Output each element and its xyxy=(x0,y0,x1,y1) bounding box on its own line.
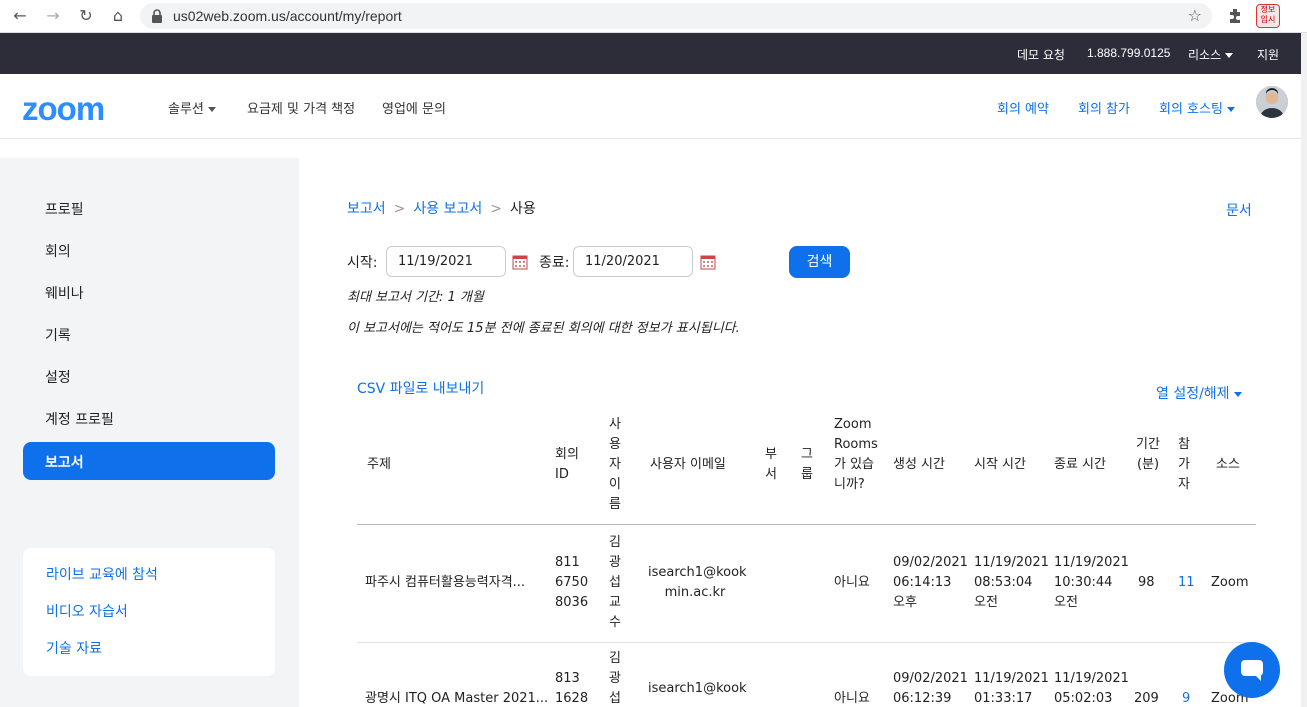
row1-topic[interactable]: 파주시 컴퓨터활용능력자격... xyxy=(365,573,525,593)
row2-topic[interactable]: 광명시 ITQ OA Master 2021... xyxy=(365,689,548,707)
col-header-zoom-rooms[interactable]: Zoom Rooms가 있습니까? xyxy=(834,415,880,495)
breadcrumb-current: 사용 xyxy=(509,201,536,217)
caret-down-icon xyxy=(1233,391,1242,397)
join-meeting-link[interactable]: 회의 참가 xyxy=(1078,98,1130,117)
solutions-menu[interactable]: 솔루션 xyxy=(168,98,216,117)
resources-menu[interactable]: 리소스 xyxy=(1188,46,1234,63)
row2-email: isearch1@kook xyxy=(648,681,747,696)
sidebar-item-settings[interactable]: 설정 xyxy=(45,367,71,387)
row2-created: 09/02/2021 06:12:39 xyxy=(893,671,968,706)
breadcrumb-usage-reports[interactable]: 사용 보고서 xyxy=(413,201,482,217)
caret-down-icon xyxy=(207,107,216,112)
contact-sales-link[interactable]: 영업에 문의 xyxy=(382,98,446,117)
demo-request-link[interactable]: 데모 요청 xyxy=(1017,46,1065,63)
col-header-group[interactable]: 그룹 xyxy=(801,445,815,485)
header-divider xyxy=(357,524,1256,525)
col-header-meeting-id[interactable]: 회의 ID xyxy=(555,445,587,485)
calendar-icon[interactable] xyxy=(512,254,528,270)
support-link[interactable]: 지원 xyxy=(1257,46,1279,63)
row2-start: 11/19/2021 01:33:17 xyxy=(974,671,1049,706)
col-header-topic[interactable]: 주제 xyxy=(367,455,391,475)
chat-bubble-icon xyxy=(1241,660,1263,681)
row1-email: isearch1@kook min.ac.kr xyxy=(648,565,747,600)
browser-profile-avatar[interactable]: 정보 입시 xyxy=(1256,4,1280,28)
end-date-input[interactable]: 11/20/2021 xyxy=(573,246,693,277)
sidebar-item-reports[interactable]: 보고서 xyxy=(23,442,275,480)
row2-user-name: 김광섭 xyxy=(609,651,621,706)
schedule-meeting-link[interactable]: 회의 예약 xyxy=(997,98,1049,117)
col-header-end[interactable]: 종료 시간 xyxy=(1054,455,1106,475)
col-header-created[interactable]: 생성 시간 xyxy=(893,455,945,475)
start-date-label: 시작: xyxy=(347,255,378,271)
page-scrollbar[interactable] xyxy=(1301,33,1307,707)
col-header-participants[interactable]: 참가자 xyxy=(1178,435,1192,495)
row1-created: 09/02/2021 06:14:13 오후 xyxy=(893,555,968,610)
host-meeting-menu[interactable]: 회의 호스팅 xyxy=(1159,98,1235,117)
col-header-user-name[interactable]: 사용자 이름 xyxy=(609,415,623,515)
report-content: 보고서 > 사용 보고서 > 사용 문서 시작: 11/19/2021 종료: 11/2… xyxy=(299,139,1301,707)
pricing-link[interactable]: 요금제 및 가격 책정 xyxy=(247,98,355,117)
calendar-icon[interactable] xyxy=(700,254,716,270)
main-header: zoom 솔루션 요금제 및 가격 책정 영업에 문의 회의 예약 회의 참가 … xyxy=(0,74,1301,139)
address-bar[interactable]: us02web.zoom.us/account/my/report ☆ xyxy=(140,3,1212,29)
col-header-duration[interactable]: 기간 (분) xyxy=(1136,435,1160,475)
utility-bar: 데모 요청 1.888.799.0125 리소스 지원 xyxy=(0,33,1301,74)
row1-duration: 98 xyxy=(1138,575,1155,590)
sidebar-item-account-profile[interactable]: 계정 프로필 xyxy=(45,409,114,429)
row2-zoom-rooms: 아니요 xyxy=(834,691,870,706)
sidebar-item-profile[interactable]: 프로필 xyxy=(45,199,84,219)
caret-down-icon xyxy=(1226,107,1235,112)
knowledge-base-link[interactable]: 기술 자료 xyxy=(46,638,102,658)
lock-icon xyxy=(152,9,162,23)
search-button[interactable]: 검색 xyxy=(789,246,850,278)
report-info-note: 이 보고서에는 적어도 15분 전에 종료된 회의에 대한 정보가 표시됩니다. xyxy=(347,321,740,336)
export-csv-link[interactable]: CSV 파일로 내보내기 xyxy=(357,378,484,398)
breadcrumb: 보고서 > 사용 보고서 > 사용 xyxy=(347,201,536,217)
start-date-input[interactable]: 11/19/2021 xyxy=(386,246,506,277)
end-date-label: 종료: xyxy=(539,255,570,271)
row1-start: 11/19/2021 08:53:04 오전 xyxy=(974,555,1049,610)
row1-source: Zoom xyxy=(1211,575,1249,590)
reload-icon[interactable]: ↻ xyxy=(75,6,97,26)
account-sidebar: 프로필 회의 웨비나 기록 설정 계정 프로필 보고서 라이브 교육에 참석 비… xyxy=(0,158,299,707)
zoom-logo[interactable]: zoom xyxy=(22,90,105,128)
row2-participants-link[interactable]: 9 xyxy=(1182,689,1190,707)
forward-icon[interactable]: → xyxy=(42,6,64,26)
documentation-link[interactable]: 문서 xyxy=(1226,200,1252,220)
live-training-link[interactable]: 라이브 교육에 참석 xyxy=(46,564,158,584)
row1-participants-link[interactable]: 11 xyxy=(1178,573,1195,593)
video-tutorials-link[interactable]: 비디오 자습서 xyxy=(46,601,128,621)
phone-number[interactable]: 1.888.799.0125 xyxy=(1087,46,1170,60)
help-links-box: 라이브 교육에 참석 비디오 자습서 기술 자료 xyxy=(23,548,275,676)
sidebar-item-meetings[interactable]: 회의 xyxy=(45,241,71,261)
col-header-email[interactable]: 사용자 이메일 xyxy=(650,455,726,475)
caret-down-icon xyxy=(1225,53,1234,58)
user-photo-icon xyxy=(1256,86,1288,118)
row2-end: 11/19/2021 05:02:03 xyxy=(1054,671,1129,706)
row1-meeting-id: 811 6750 8036 xyxy=(555,555,589,610)
browser-toolbar: ← → ↻ ⌂ us02web.zoom.us/account/my/repor… xyxy=(0,0,1307,33)
chat-support-button[interactable] xyxy=(1224,642,1280,698)
col-header-start[interactable]: 시작 시간 xyxy=(974,455,1026,475)
sidebar-item-recordings[interactable]: 기록 xyxy=(45,325,71,345)
row2-meeting-id: 813 1628 xyxy=(555,671,589,706)
row2-duration: 209 xyxy=(1134,691,1159,706)
breadcrumb-reports[interactable]: 보고서 xyxy=(347,201,386,217)
home-icon[interactable]: ⌂ xyxy=(107,6,129,26)
col-header-source[interactable]: 소스 xyxy=(1216,455,1240,475)
back-icon[interactable]: ← xyxy=(9,6,31,26)
extensions-puzzle-icon[interactable] xyxy=(1226,6,1246,26)
row-divider xyxy=(357,642,1256,643)
bookmark-star-icon[interactable]: ☆ xyxy=(1188,6,1202,25)
user-avatar[interactable] xyxy=(1256,86,1288,118)
row1-zoom-rooms: 아니요 xyxy=(834,575,870,590)
sidebar-item-webinars[interactable]: 웨비나 xyxy=(45,283,84,303)
column-toggle-menu[interactable]: 열 설정/해제 xyxy=(1156,383,1242,403)
row1-end: 11/19/2021 10:30:44 오전 xyxy=(1054,555,1129,610)
max-period-note: 최대 보고서 기간: 1 개월 xyxy=(347,290,484,305)
col-header-department[interactable]: 부서 xyxy=(765,445,779,485)
row1-user-name: 김광섭교수 xyxy=(609,535,621,630)
url-text: us02web.zoom.us/account/my/report xyxy=(173,8,402,24)
